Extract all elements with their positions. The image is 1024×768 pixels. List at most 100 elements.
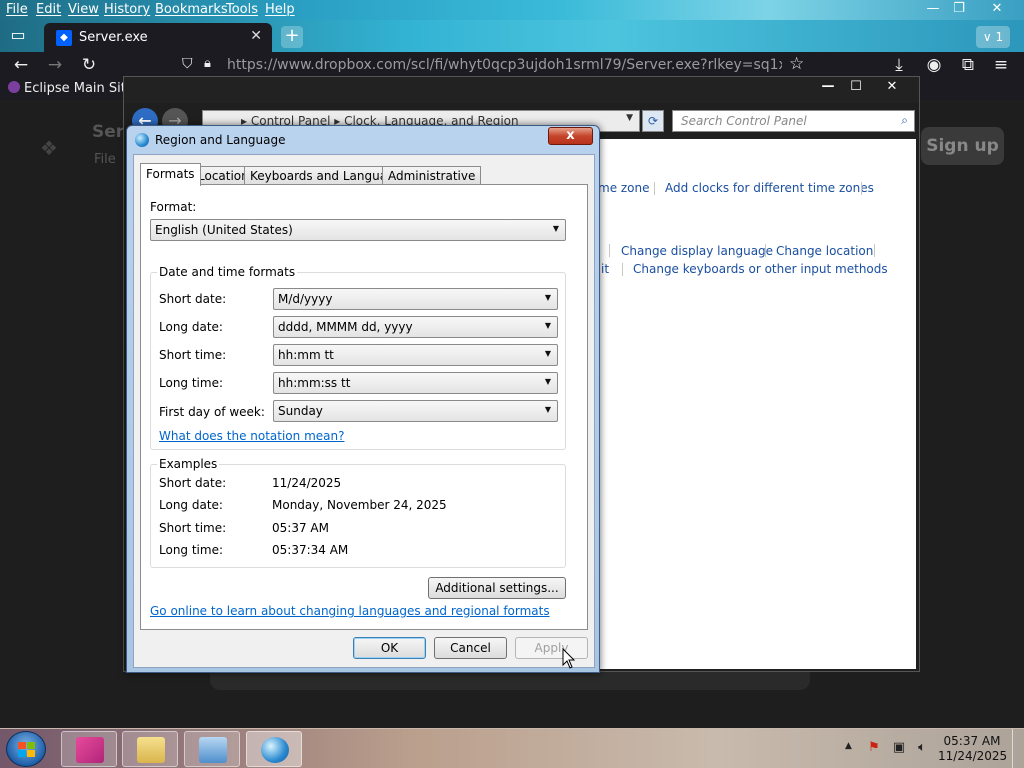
hamburger-menu-icon[interactable]: ≡ — [990, 54, 1012, 76]
notation-help-link[interactable]: What does the notation mean? — [159, 429, 344, 443]
control-panel-titlebar[interactable]: — ☐ ✕ — [124, 77, 919, 103]
reload-icon[interactable]: ↻ — [78, 54, 100, 76]
long-date-label: Long date: — [159, 320, 223, 334]
back-icon[interactable]: ← — [10, 54, 32, 76]
address-dropdown-icon[interactable]: ▼ — [626, 113, 633, 123]
link-change-display-language[interactable]: Change display language — [621, 244, 773, 258]
show-desktop-button[interactable] — [1012, 729, 1024, 768]
lock-icon[interactable]: 🔒︎ — [204, 56, 211, 71]
menu-edit[interactable]: Edit — [36, 2, 61, 17]
cp-maximize-icon[interactable]: ☐ — [842, 79, 870, 97]
region-language-dialog: Region and Language x Formats Location K… — [126, 125, 600, 673]
taskbar-control-panel[interactable] — [184, 731, 240, 767]
folder-icon — [137, 737, 165, 763]
additional-settings-button[interactable]: Additional settings... — [428, 577, 566, 599]
bookmark-label: Eclipse Main Site — [24, 81, 134, 96]
new-tab-button[interactable]: + — [281, 26, 303, 48]
link-change-keyboards[interactable]: Change keyboards or other input methods — [633, 262, 888, 276]
restore-icon[interactable]: ❐ — [944, 1, 974, 19]
cp-close-icon[interactable]: ✕ — [878, 79, 906, 97]
taskbar-region-language[interactable] — [246, 731, 302, 767]
bookmark-star-icon[interactable]: ☆ — [789, 54, 804, 74]
short-time-dropdown[interactable]: hh:mm tt ▼ — [273, 344, 558, 366]
account-icon[interactable]: ◉ — [923, 54, 945, 76]
menu-help[interactable]: Help — [265, 2, 295, 17]
example-short-time-value: 05:37 AM — [272, 521, 329, 535]
chevron-down-icon: ▼ — [544, 377, 551, 386]
close-icon[interactable]: ✕ — [982, 1, 1012, 19]
tab-formats[interactable]: Formats — [140, 163, 201, 186]
cp-refresh-icon[interactable]: ⟳ — [642, 110, 664, 132]
separator — [622, 263, 623, 276]
downloads-icon[interactable]: ⤓ — [888, 54, 910, 76]
tab-server-exe[interactable]: ◆ Server.exe ✕ — [44, 23, 272, 52]
long-time-dropdown[interactable]: hh:mm:ss tt ▼ — [273, 372, 558, 394]
cp-search-input[interactable]: Search Control Panel ⌕ — [672, 110, 915, 132]
long-date-dropdown[interactable]: dddd, MMMM dd, yyyy ▼ — [273, 316, 558, 338]
forward-icon[interactable]: → — [44, 54, 66, 76]
volume-icon[interactable]: 🔈︎ — [914, 740, 930, 756]
menu-bookmarks[interactable]: Bookmarks — [155, 2, 228, 17]
chevron-down-icon: ▼ — [544, 321, 551, 330]
online-help-link[interactable]: Go online to learn about changing langua… — [150, 604, 550, 618]
search-icon[interactable]: ⌕ — [901, 113, 908, 128]
tab-list-button[interactable]: ∨ 1 — [976, 26, 1010, 48]
navigation-bar: ← → ↻ ⛉ 🔒︎ https://www.dropbox.com/scl/f… — [0, 52, 1024, 78]
short-date-dropdown[interactable]: M/d/yyyy ▼ — [273, 288, 558, 310]
bookmark-eclipse[interactable]: Eclipse Main Site — [8, 81, 134, 96]
first-day-dropdown[interactable]: Sunday ▼ — [273, 400, 558, 422]
windows-logo-icon — [18, 742, 35, 757]
tray-expand-icon[interactable]: ▲ — [845, 741, 852, 751]
taskbar-app-pink[interactable] — [61, 731, 117, 767]
example-long-date-value: Monday, November 24, 2025 — [272, 498, 447, 512]
chevron-down-icon: ▼ — [552, 224, 559, 233]
mouse-cursor-icon — [562, 648, 576, 669]
page-file-label: File — [94, 152, 116, 167]
example-long-date-label: Long date: — [159, 498, 223, 512]
clock-time: 05:37 AM — [943, 734, 1001, 748]
dialog-close-button[interactable]: x — [548, 127, 593, 145]
link-add-clocks[interactable]: Add clocks for different time zones — [665, 181, 874, 195]
globe-icon — [261, 737, 289, 763]
tab-title: Server.exe — [79, 30, 148, 45]
menu-tools[interactable]: Tools — [226, 2, 258, 17]
network-icon[interactable]: ▣ — [891, 740, 907, 756]
dropbox-logo-icon: ❖ — [40, 136, 58, 160]
start-button[interactable] — [6, 731, 46, 767]
dialog-title: Region and Language — [155, 133, 286, 147]
firefox-view-icon[interactable]: ▭ — [4, 25, 32, 49]
chevron-down-icon: ▼ — [544, 405, 551, 414]
example-long-time-value: 05:37:34 AM — [272, 543, 349, 557]
signup-button[interactable]: Sign up — [921, 127, 1004, 165]
menu-view[interactable]: View — [68, 2, 99, 17]
cancel-button[interactable]: Cancel — [434, 637, 507, 659]
apply-button[interactable]: Apply — [515, 637, 588, 659]
system-clock[interactable]: 05:37 AM 11/24/2025 — [938, 734, 1008, 764]
link-time-zone[interactable]: me zone — [598, 181, 650, 195]
extensions-icon[interactable]: ⧉ — [957, 54, 979, 76]
example-long-time-label: Long time: — [159, 543, 224, 557]
menu-history[interactable]: History — [104, 2, 150, 17]
ok-button[interactable]: OK — [353, 637, 426, 659]
dialog-body: Formats Location Keyboards and Languages… — [133, 154, 595, 668]
taskbar-explorer[interactable] — [122, 731, 178, 767]
format-dropdown[interactable]: English (United States) ▼ — [150, 219, 566, 241]
example-short-date-label: Short date: — [159, 476, 227, 490]
dialog-titlebar[interactable]: Region and Language x — [127, 126, 599, 154]
tab-bar: ▭ ◆ Server.exe ✕ + ∨ 1 — [0, 20, 1024, 52]
cp-minimize-icon[interactable]: — — [814, 79, 842, 97]
tab-close-icon[interactable]: ✕ — [250, 28, 262, 44]
clock-date: 11/24/2025 — [938, 749, 1008, 763]
tab-administrative[interactable]: Administrative — [382, 166, 482, 185]
chevron-down-icon: ▼ — [544, 349, 551, 358]
action-center-icon[interactable]: ⚑ — [866, 740, 882, 756]
link-change-location[interactable]: Change location — [776, 244, 873, 258]
link-partial[interactable]: it — [601, 262, 609, 276]
long-date-value: dddd, MMMM dd, yyyy — [278, 320, 413, 334]
format-value: English (United States) — [155, 223, 293, 237]
url-text[interactable]: https://www.dropbox.com/scl/fi/whyt0qcp3… — [227, 57, 782, 73]
menu-file[interactable]: File — [6, 2, 28, 17]
url-bar[interactable]: ⛉ 🔒︎ https://www.dropbox.com/scl/fi/whyt… — [176, 53, 788, 77]
windows-taskbar: ▲ ⚑ ▣ 🔈︎ 05:37 AM 11/24/2025 — [0, 728, 1024, 768]
tracking-shield-icon[interactable]: ⛉ — [182, 56, 193, 72]
